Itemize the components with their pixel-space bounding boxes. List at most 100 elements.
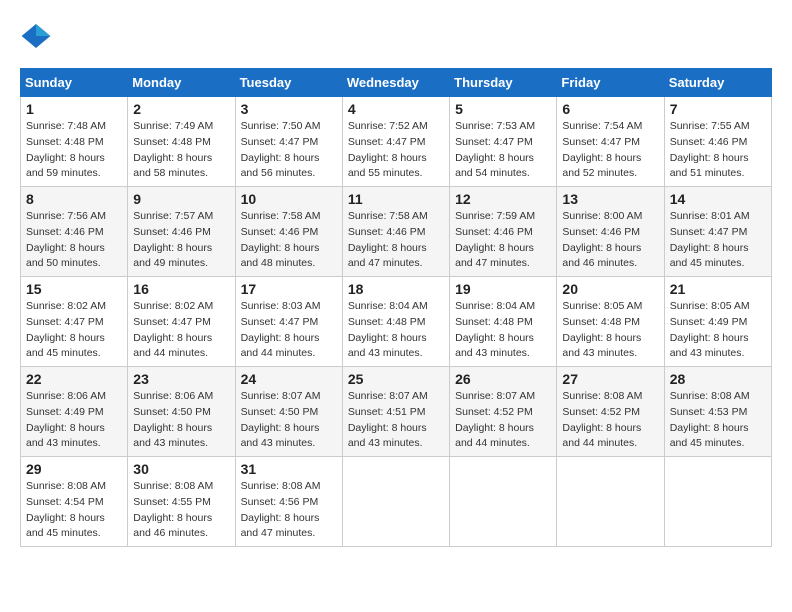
day-info: Sunrise: 8:04 AM Sunset: 4:48 PM Dayligh…: [348, 299, 444, 362]
calendar-cell: 9 Sunrise: 7:57 AM Sunset: 4:46 PM Dayli…: [128, 187, 235, 277]
day-number: 18: [348, 281, 444, 297]
weekday-header: Thursday: [450, 69, 557, 97]
calendar-cell: 7 Sunrise: 7:55 AM Sunset: 4:46 PM Dayli…: [664, 97, 771, 187]
day-info: Sunrise: 8:08 AM Sunset: 4:54 PM Dayligh…: [26, 479, 122, 542]
day-number: 25: [348, 371, 444, 387]
calendar-cell: 23 Sunrise: 8:06 AM Sunset: 4:50 PM Dayl…: [128, 367, 235, 457]
day-info: Sunrise: 8:08 AM Sunset: 4:53 PM Dayligh…: [670, 389, 766, 452]
day-info: Sunrise: 7:49 AM Sunset: 4:48 PM Dayligh…: [133, 119, 229, 182]
calendar-table: SundayMondayTuesdayWednesdayThursdayFrid…: [20, 68, 772, 547]
day-info: Sunrise: 8:06 AM Sunset: 4:49 PM Dayligh…: [26, 389, 122, 452]
calendar-cell: 27 Sunrise: 8:08 AM Sunset: 4:52 PM Dayl…: [557, 367, 664, 457]
day-info: Sunrise: 7:58 AM Sunset: 4:46 PM Dayligh…: [241, 209, 337, 272]
day-number: 30: [133, 461, 229, 477]
calendar-cell: 31 Sunrise: 8:08 AM Sunset: 4:56 PM Dayl…: [235, 457, 342, 547]
calendar-cell: 4 Sunrise: 7:52 AM Sunset: 4:47 PM Dayli…: [342, 97, 449, 187]
weekday-header: Friday: [557, 69, 664, 97]
calendar-week-row: 29 Sunrise: 8:08 AM Sunset: 4:54 PM Dayl…: [21, 457, 772, 547]
day-info: Sunrise: 8:05 AM Sunset: 4:49 PM Dayligh…: [670, 299, 766, 362]
day-info: Sunrise: 8:02 AM Sunset: 4:47 PM Dayligh…: [133, 299, 229, 362]
day-number: 1: [26, 101, 122, 117]
day-info: Sunrise: 8:04 AM Sunset: 4:48 PM Dayligh…: [455, 299, 551, 362]
weekday-header: Sunday: [21, 69, 128, 97]
calendar-cell: 14 Sunrise: 8:01 AM Sunset: 4:47 PM Dayl…: [664, 187, 771, 277]
day-number: 2: [133, 101, 229, 117]
day-info: Sunrise: 7:57 AM Sunset: 4:46 PM Dayligh…: [133, 209, 229, 272]
day-number: 13: [562, 191, 658, 207]
calendar-cell: 18 Sunrise: 8:04 AM Sunset: 4:48 PM Dayl…: [342, 277, 449, 367]
calendar-cell: 8 Sunrise: 7:56 AM Sunset: 4:46 PM Dayli…: [21, 187, 128, 277]
calendar-cell: 24 Sunrise: 8:07 AM Sunset: 4:50 PM Dayl…: [235, 367, 342, 457]
page-header: [20, 20, 772, 52]
day-number: 10: [241, 191, 337, 207]
day-number: 23: [133, 371, 229, 387]
calendar-cell: 5 Sunrise: 7:53 AM Sunset: 4:47 PM Dayli…: [450, 97, 557, 187]
day-info: Sunrise: 8:07 AM Sunset: 4:52 PM Dayligh…: [455, 389, 551, 452]
calendar-cell: [450, 457, 557, 547]
calendar-cell: 15 Sunrise: 8:02 AM Sunset: 4:47 PM Dayl…: [21, 277, 128, 367]
calendar-cell: 13 Sunrise: 8:00 AM Sunset: 4:46 PM Dayl…: [557, 187, 664, 277]
day-info: Sunrise: 8:07 AM Sunset: 4:50 PM Dayligh…: [241, 389, 337, 452]
weekday-header: Monday: [128, 69, 235, 97]
day-info: Sunrise: 8:01 AM Sunset: 4:47 PM Dayligh…: [670, 209, 766, 272]
calendar-cell: 11 Sunrise: 7:58 AM Sunset: 4:46 PM Dayl…: [342, 187, 449, 277]
day-number: 15: [26, 281, 122, 297]
weekday-header: Tuesday: [235, 69, 342, 97]
day-number: 19: [455, 281, 551, 297]
calendar-cell: 29 Sunrise: 8:08 AM Sunset: 4:54 PM Dayl…: [21, 457, 128, 547]
calendar-week-row: 15 Sunrise: 8:02 AM Sunset: 4:47 PM Dayl…: [21, 277, 772, 367]
day-info: Sunrise: 8:08 AM Sunset: 4:52 PM Dayligh…: [562, 389, 658, 452]
day-number: 17: [241, 281, 337, 297]
calendar-cell: 19 Sunrise: 8:04 AM Sunset: 4:48 PM Dayl…: [450, 277, 557, 367]
day-number: 4: [348, 101, 444, 117]
logo-icon: [20, 20, 52, 52]
weekday-header: Wednesday: [342, 69, 449, 97]
day-info: Sunrise: 8:06 AM Sunset: 4:50 PM Dayligh…: [133, 389, 229, 452]
calendar-cell: 16 Sunrise: 8:02 AM Sunset: 4:47 PM Dayl…: [128, 277, 235, 367]
day-number: 26: [455, 371, 551, 387]
day-info: Sunrise: 8:05 AM Sunset: 4:48 PM Dayligh…: [562, 299, 658, 362]
day-number: 28: [670, 371, 766, 387]
day-number: 31: [241, 461, 337, 477]
calendar-cell: 26 Sunrise: 8:07 AM Sunset: 4:52 PM Dayl…: [450, 367, 557, 457]
calendar-cell: [557, 457, 664, 547]
day-info: Sunrise: 8:02 AM Sunset: 4:47 PM Dayligh…: [26, 299, 122, 362]
day-info: Sunrise: 7:54 AM Sunset: 4:47 PM Dayligh…: [562, 119, 658, 182]
calendar-cell: 17 Sunrise: 8:03 AM Sunset: 4:47 PM Dayl…: [235, 277, 342, 367]
calendar-cell: 3 Sunrise: 7:50 AM Sunset: 4:47 PM Dayli…: [235, 97, 342, 187]
calendar-cell: 21 Sunrise: 8:05 AM Sunset: 4:49 PM Dayl…: [664, 277, 771, 367]
calendar-week-row: 22 Sunrise: 8:06 AM Sunset: 4:49 PM Dayl…: [21, 367, 772, 457]
day-info: Sunrise: 8:07 AM Sunset: 4:51 PM Dayligh…: [348, 389, 444, 452]
day-number: 11: [348, 191, 444, 207]
day-info: Sunrise: 8:08 AM Sunset: 4:55 PM Dayligh…: [133, 479, 229, 542]
day-info: Sunrise: 8:03 AM Sunset: 4:47 PM Dayligh…: [241, 299, 337, 362]
calendar-week-row: 8 Sunrise: 7:56 AM Sunset: 4:46 PM Dayli…: [21, 187, 772, 277]
calendar-cell: 22 Sunrise: 8:06 AM Sunset: 4:49 PM Dayl…: [21, 367, 128, 457]
calendar-cell: 20 Sunrise: 8:05 AM Sunset: 4:48 PM Dayl…: [557, 277, 664, 367]
calendar-cell: 12 Sunrise: 7:59 AM Sunset: 4:46 PM Dayl…: [450, 187, 557, 277]
day-info: Sunrise: 7:55 AM Sunset: 4:46 PM Dayligh…: [670, 119, 766, 182]
day-number: 9: [133, 191, 229, 207]
day-number: 24: [241, 371, 337, 387]
day-number: 16: [133, 281, 229, 297]
day-info: Sunrise: 8:08 AM Sunset: 4:56 PM Dayligh…: [241, 479, 337, 542]
weekday-header: Saturday: [664, 69, 771, 97]
day-info: Sunrise: 7:52 AM Sunset: 4:47 PM Dayligh…: [348, 119, 444, 182]
day-info: Sunrise: 7:53 AM Sunset: 4:47 PM Dayligh…: [455, 119, 551, 182]
logo: [20, 20, 58, 52]
day-number: 3: [241, 101, 337, 117]
day-number: 12: [455, 191, 551, 207]
day-number: 14: [670, 191, 766, 207]
calendar-cell: 1 Sunrise: 7:48 AM Sunset: 4:48 PM Dayli…: [21, 97, 128, 187]
day-number: 29: [26, 461, 122, 477]
calendar-cell: 10 Sunrise: 7:58 AM Sunset: 4:46 PM Dayl…: [235, 187, 342, 277]
calendar-header-row: SundayMondayTuesdayWednesdayThursdayFrid…: [21, 69, 772, 97]
calendar-cell: 30 Sunrise: 8:08 AM Sunset: 4:55 PM Dayl…: [128, 457, 235, 547]
day-number: 22: [26, 371, 122, 387]
day-number: 7: [670, 101, 766, 117]
day-info: Sunrise: 7:59 AM Sunset: 4:46 PM Dayligh…: [455, 209, 551, 272]
day-info: Sunrise: 7:48 AM Sunset: 4:48 PM Dayligh…: [26, 119, 122, 182]
calendar-cell: [342, 457, 449, 547]
day-number: 5: [455, 101, 551, 117]
calendar-cell: 28 Sunrise: 8:08 AM Sunset: 4:53 PM Dayl…: [664, 367, 771, 457]
